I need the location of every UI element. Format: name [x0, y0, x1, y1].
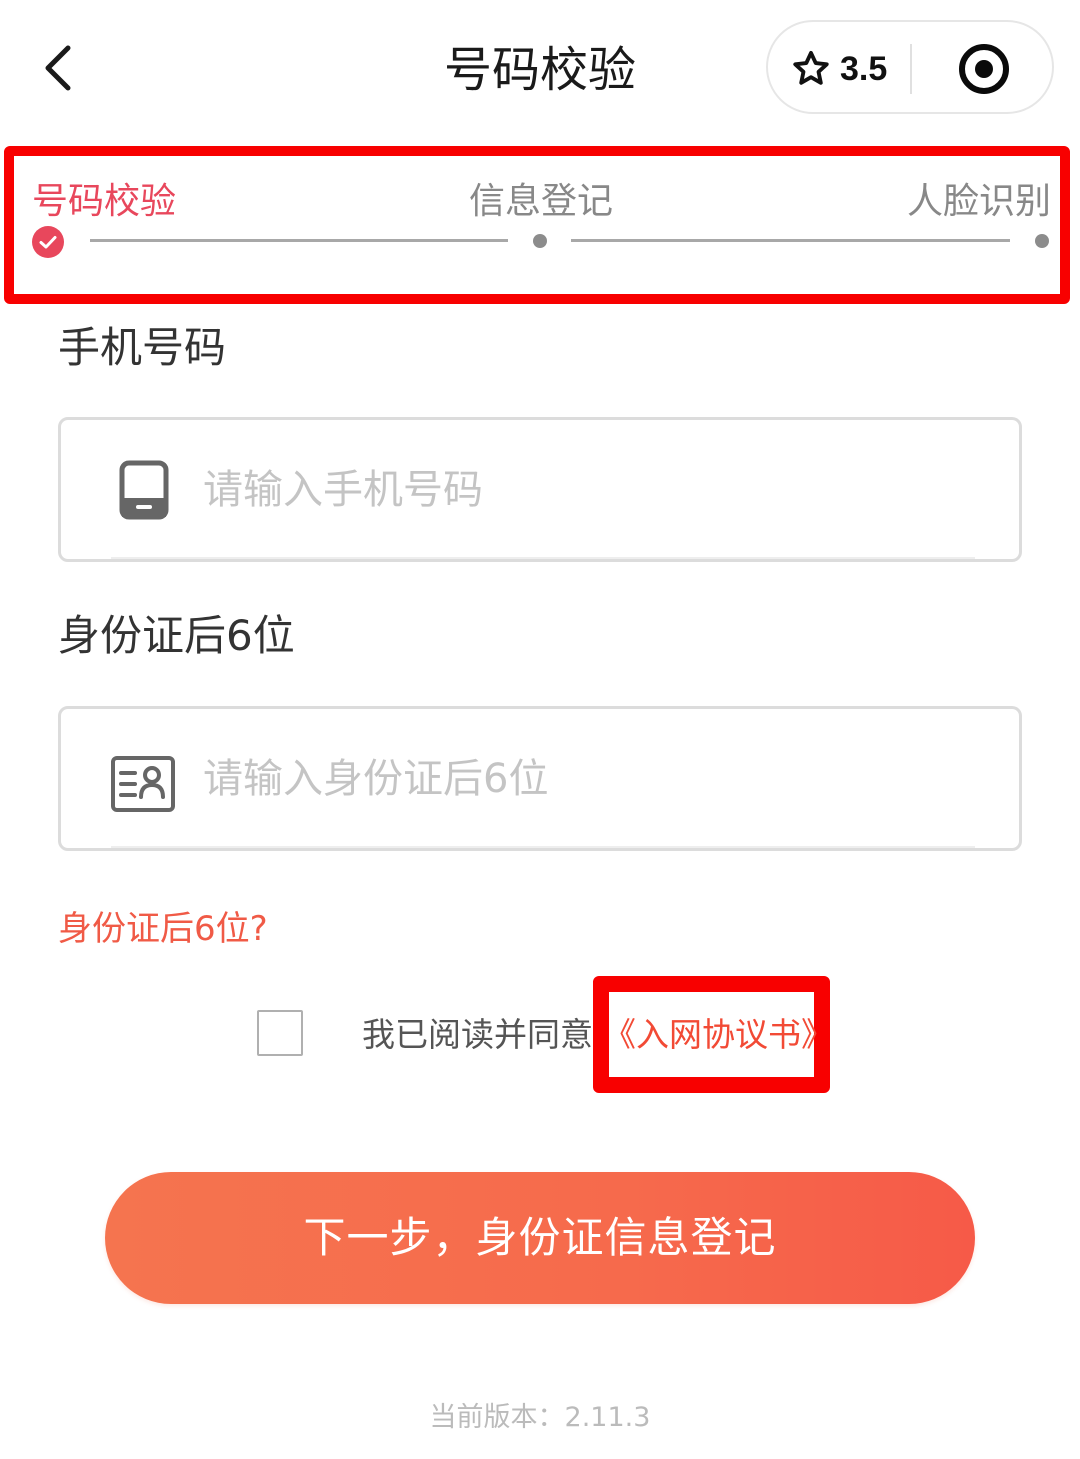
step-1-label: 号码校验 [32, 181, 177, 222]
step-3-dot [1035, 234, 1049, 248]
step-2-dot [533, 234, 547, 248]
rating-button[interactable]: 3.5 [790, 45, 887, 93]
page-title: 号码校验 [443, 42, 636, 98]
rating-value: 3.5 [840, 49, 888, 88]
step-3-label: 人脸识别 [907, 181, 1052, 222]
star-icon [793, 50, 829, 85]
target-icon [959, 44, 1009, 94]
capsule-divider [910, 44, 912, 94]
check-circle-icon [32, 226, 64, 258]
step-connector-2 [571, 239, 1010, 242]
input-underline [111, 557, 975, 559]
agreement-checkbox[interactable] [257, 1010, 303, 1056]
phone-input[interactable] [203, 450, 983, 530]
id-card-help-link[interactable]: 身份证后6位? [58, 904, 268, 954]
phone-input-box [58, 417, 1022, 562]
step-connector-1 [90, 239, 508, 242]
agreement-text: 我已阅读并同意 [362, 1015, 593, 1054]
step-2-label: 信息登记 [469, 181, 614, 222]
top-bar: 号码校验 3.5 [0, 0, 1080, 140]
agreement-link[interactable]: 《入网协议书》 [603, 1012, 834, 1058]
id-card-icon [110, 755, 176, 813]
id-card-input[interactable] [203, 739, 983, 819]
chevron-left-icon [45, 45, 71, 91]
back-button[interactable] [30, 36, 90, 100]
id-card-input-box [58, 706, 1022, 851]
id-card-label: 身份证后6位 [58, 611, 295, 660]
step-progress: 号码校验 信息登记 人脸识别 [4, 146, 1070, 304]
input-underline [111, 846, 975, 848]
close-mini-program-button[interactable] [958, 43, 1010, 95]
phone-label: 手机号码 [58, 323, 227, 372]
phone-icon [119, 460, 169, 520]
next-step-button[interactable]: 下一步，身份证信息登记 [105, 1172, 975, 1304]
version-text: 当前版本：2.11.3 [429, 1402, 651, 1433]
mini-program-capsule: 3.5 [766, 20, 1054, 114]
